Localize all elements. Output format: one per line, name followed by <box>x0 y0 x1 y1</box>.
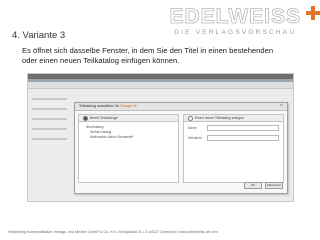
new-catalog-column: Einen neuen Teilkatalog anlegen Name Übe… <box>183 114 284 183</box>
dialog-title: Teilkatalog auswählen für Flunger III <box>75 103 287 111</box>
close-icon[interactable]: × <box>279 104 284 109</box>
new-catalog-label: Einen neuen Teilkatalog anlegen <box>195 116 244 120</box>
existing-catalog-column: Bereit Teilkataloge Neu/Katalog Herbst-K… <box>78 114 179 183</box>
dialog-footer: OK Abbrechen <box>244 182 283 189</box>
radio-unselected-icon[interactable] <box>188 115 193 121</box>
side-line <box>32 128 68 130</box>
cancel-button[interactable]: Abbrechen <box>265 182 283 189</box>
dialog-title-highlight: Flunger III <box>120 104 137 108</box>
name-field-label: Name <box>188 125 197 130</box>
name-field-row: Name <box>188 125 279 131</box>
logo-tagline: DIE VERLAGSVORSCHAU <box>174 29 297 36</box>
existing-catalog-option[interactable]: Bereit Teilkataloge <box>78 114 179 122</box>
app-side-panel <box>32 98 76 193</box>
overview-field-row: Übersicht <box>188 135 279 141</box>
side-line <box>32 138 68 140</box>
catalog-tree: Neu/Katalog Herbst-Katalog Weihnachts-Ak… <box>78 122 179 183</box>
side-line <box>32 108 68 110</box>
new-catalog-option[interactable]: Einen neuen Teilkatalog anlegen <box>183 114 284 122</box>
side-line <box>32 98 68 100</box>
slide-footer: Hanseberg Kommunikation Verlags- und Med… <box>8 230 218 234</box>
tree-item[interactable]: Weihnachts-Aktion Sonderheft <box>83 135 174 140</box>
slide-heading: 4. Variante 3 <box>12 30 66 41</box>
ok-button[interactable]: OK <box>244 182 262 189</box>
app-screenshot: Teilkatalog auswählen für Flunger III × … <box>27 73 294 202</box>
edelweiss-logo: EDELWEISS DIE VERLAGSVORSCHAU <box>169 5 301 36</box>
app-toolbar <box>28 82 293 89</box>
plus-cross-icon <box>306 6 320 20</box>
name-input[interactable] <box>207 125 279 131</box>
radio-selected-icon[interactable] <box>83 115 88 121</box>
overview-field-label: Übersicht <box>188 135 202 140</box>
new-catalog-form: Name Übersicht <box>183 122 284 183</box>
catalog-dialog: Teilkatalog auswählen für Flunger III × … <box>74 102 288 194</box>
existing-catalog-label: Bereit Teilkataloge <box>90 116 118 120</box>
slide-description: Es öffnet sich dasselbe Fenster, in dem … <box>22 46 274 65</box>
overview-input[interactable] <box>207 135 279 141</box>
logo-wordmark: EDELWEISS <box>169 5 301 28</box>
side-line <box>32 118 68 120</box>
dialog-title-prefix: Teilkatalog auswählen für <box>79 104 121 108</box>
